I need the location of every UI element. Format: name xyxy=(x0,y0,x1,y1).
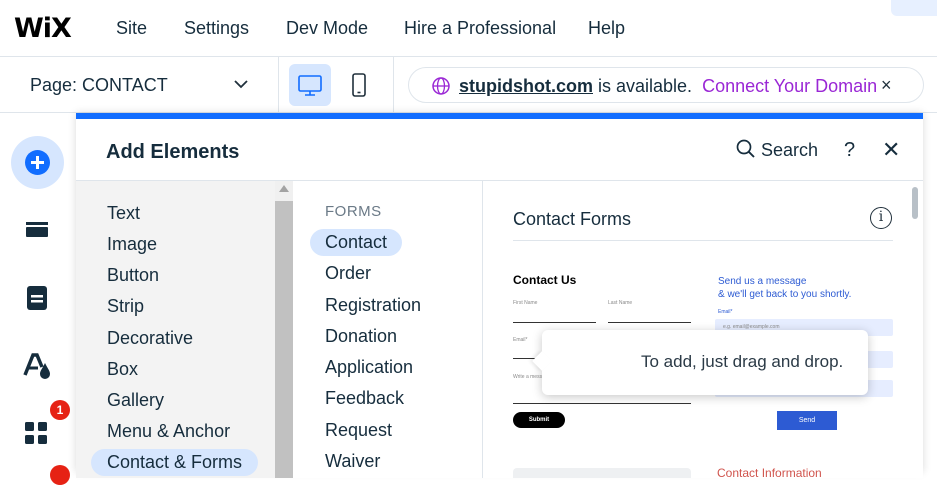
email-label: Email* xyxy=(513,337,528,343)
form2-email-label: Email* xyxy=(718,309,733,315)
category-strip[interactable]: Strip xyxy=(107,296,144,317)
design-icon[interactable] xyxy=(18,345,58,385)
menu-hire-a-professional[interactable]: Hire a Professional xyxy=(404,18,556,39)
subcategory-registration[interactable]: Registration xyxy=(325,295,421,316)
category-menu-anchor[interactable]: Menu & Anchor xyxy=(107,421,230,442)
apps-icon[interactable] xyxy=(18,413,58,453)
menu-dev-mode[interactable]: Dev Mode xyxy=(286,18,368,39)
wix-logo[interactable]: WiX xyxy=(14,13,72,44)
preview-scrollbar[interactable] xyxy=(912,187,918,219)
sections-icon[interactable] xyxy=(18,210,58,250)
subcategory-order[interactable]: Order xyxy=(325,263,371,284)
scroll-up-icon[interactable] xyxy=(279,185,289,192)
editor-toolbar: Page: CONTACT stupidshot.com is availabl… xyxy=(0,57,937,113)
category-image[interactable]: Image xyxy=(107,234,157,255)
first-name-underline xyxy=(513,322,596,323)
globe-icon xyxy=(432,77,450,95)
search-icon xyxy=(736,139,755,158)
domain-available-text: is available. xyxy=(593,76,693,96)
next-form-preview-edge xyxy=(513,468,691,478)
add-elements-panel: Add Elements Search ? ✕ Text Image Butto… xyxy=(76,113,923,478)
preview-title: Contact Forms xyxy=(513,209,632,229)
pages-icon[interactable] xyxy=(18,278,58,318)
connect-domain-link[interactable]: Connect Your Domain xyxy=(702,76,877,96)
domain-banner: stupidshot.com is available. Connect You… xyxy=(408,67,924,103)
next-form-heading: Contact Information xyxy=(717,466,822,478)
subcategory-waiver[interactable]: Waiver xyxy=(325,451,380,472)
subcategory-contact[interactable]: Contact xyxy=(310,229,403,256)
subcategory-feedback[interactable]: Feedback xyxy=(325,388,404,409)
category-decorative[interactable]: Decorative xyxy=(107,328,193,349)
toolbar-divider xyxy=(393,57,394,113)
first-name-label: First Name xyxy=(513,300,538,306)
top-bar: WiX Site Settings Dev Mode Hire a Profes… xyxy=(0,0,937,57)
subcategory-list: FORMS Contact Order Registration Donatio… xyxy=(293,181,483,478)
drag-drop-tooltip: To add, just drag and drop. xyxy=(532,330,868,395)
domain-message: stupidshot.com is available. Connect You… xyxy=(459,76,877,97)
add-elements-button[interactable] xyxy=(11,136,64,189)
form2-heading-line2: & we'll get back to you shortly. xyxy=(718,289,852,300)
upgrade-button-edge[interactable] xyxy=(891,0,937,16)
preview-divider xyxy=(513,240,893,241)
desktop-icon xyxy=(298,75,322,96)
last-name-label: Last Name xyxy=(608,300,633,306)
subcategory-donation[interactable]: Donation xyxy=(325,326,397,347)
left-sidebar: 1 xyxy=(0,113,76,485)
mobile-icon xyxy=(352,73,366,97)
submit-button-preview: Submit xyxy=(513,412,565,428)
chevron-down-icon xyxy=(234,80,248,89)
menu-site[interactable]: Site xyxy=(116,18,147,39)
last-name-underline xyxy=(608,322,691,323)
category-box[interactable]: Box xyxy=(107,359,138,380)
menu-help[interactable]: Help xyxy=(588,18,625,39)
tooltip-text: To add, just drag and drop. xyxy=(641,352,844,371)
notification-badge xyxy=(50,465,70,485)
subcategory-application[interactable]: Application xyxy=(325,357,413,378)
category-button[interactable]: Button xyxy=(107,265,159,286)
category-gallery[interactable]: Gallery xyxy=(107,390,164,411)
domain-banner-close-button[interactable]: × xyxy=(881,75,892,96)
plus-icon xyxy=(25,150,50,175)
desktop-view-button[interactable] xyxy=(289,64,331,106)
help-button[interactable]: ? xyxy=(844,139,855,162)
domain-name[interactable]: stupidshot.com xyxy=(459,76,593,96)
menu-settings[interactable]: Settings xyxy=(184,18,249,39)
panel-search-button[interactable]: Search xyxy=(736,139,818,161)
scrollbar-thumb[interactable] xyxy=(275,201,293,478)
category-text[interactable]: Text xyxy=(107,203,140,224)
send-button-preview: Send xyxy=(777,411,837,430)
form-title: Contact Us xyxy=(513,273,577,287)
page-selector-label: Page: CONTACT xyxy=(30,75,168,95)
form2-heading-line1: Send us a message xyxy=(718,276,807,287)
category-scrollbar[interactable] xyxy=(275,181,293,478)
form2-heading: Send us a message & we'll get back to yo… xyxy=(718,275,851,301)
page-selector[interactable]: Page: CONTACT xyxy=(0,57,279,113)
mobile-view-button[interactable] xyxy=(338,64,380,106)
info-icon[interactable]: i xyxy=(870,207,892,229)
subcategory-heading: FORMS xyxy=(325,203,382,220)
apps-notification-badge: 1 xyxy=(50,400,70,420)
search-label: Search xyxy=(761,140,819,160)
category-list: Text Image Button Strip Decorative Box G… xyxy=(76,181,275,478)
panel-close-button[interactable]: ✕ xyxy=(882,137,900,163)
message-underline xyxy=(513,403,691,404)
subcategory-request[interactable]: Request xyxy=(325,420,392,441)
panel-title: Add Elements xyxy=(106,141,240,163)
